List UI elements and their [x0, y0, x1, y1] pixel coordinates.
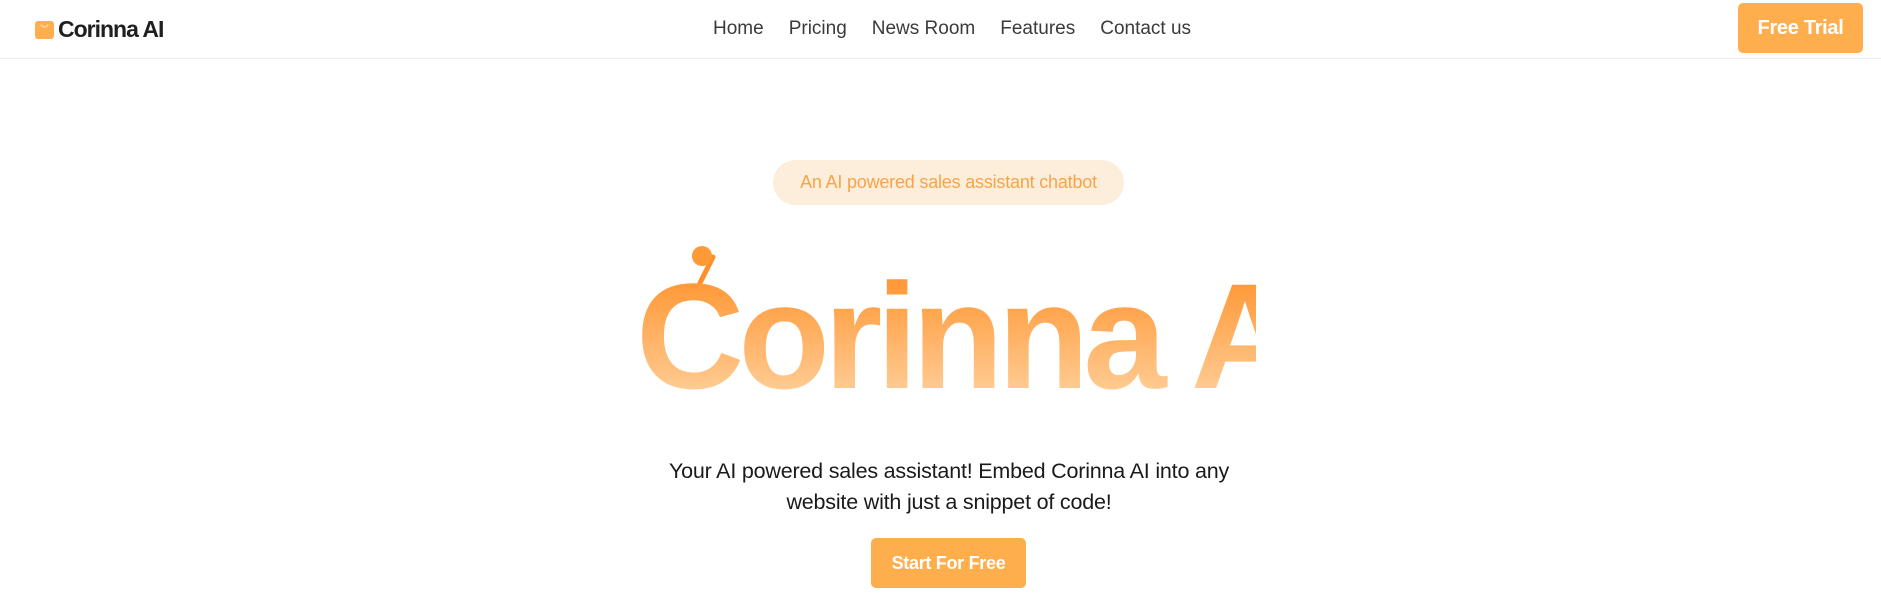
hero-logo-text: Corinna AI	[636, 252, 1256, 395]
nav-home-link[interactable]: Home	[713, 18, 764, 40]
nav-features-link[interactable]: Features	[1000, 18, 1075, 40]
hero-logo: Corinna AI	[636, 246, 1256, 395]
nav-news-room-link[interactable]: News Room	[872, 18, 975, 40]
brand-logo[interactable]: Corinna AI	[34, 15, 164, 42]
hero-description-line1: Your AI powered sales assistant! Embed C…	[668, 459, 1230, 483]
shopping-bag-smile-icon	[35, 20, 54, 39]
hero-description-line2: website with just a snippet of code!	[786, 490, 1112, 514]
tagline-badge: An AI powered sales assistant chatbot	[773, 160, 1124, 205]
free-trial-button[interactable]: Free Trial	[1738, 3, 1863, 53]
top-navbar: Corinna AI Home Pricing News Room Featur…	[0, 0, 1881, 59]
nav-contact-link[interactable]: Contact us	[1100, 18, 1191, 40]
main-nav: Home Pricing News Room Features Contact …	[713, 16, 1191, 42]
brand-name: Corinna AI	[58, 15, 164, 42]
hero-description: Your AI powered sales assistant! Embed C…	[600, 456, 1298, 518]
nav-pricing-link[interactable]: Pricing	[789, 18, 847, 40]
start-for-free-button[interactable]: Start For Free	[871, 538, 1026, 588]
